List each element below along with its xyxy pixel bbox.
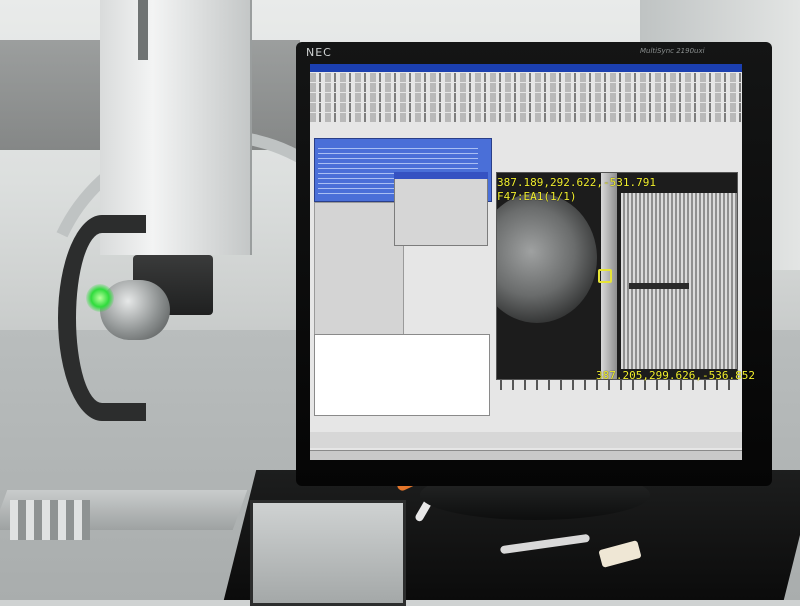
monitor-screen (310, 64, 742, 460)
camera-lens-blur (497, 193, 597, 323)
toolbar-row[interactable] (310, 73, 742, 82)
results-list[interactable] (314, 334, 490, 416)
measure-dialog[interactable] (394, 172, 488, 246)
coords-top: 387.189,292.622,-531.791 (497, 176, 656, 189)
monitor-model: MultiSync 2190uxi (640, 47, 705, 55)
coords-bottom: 387.205,299.626,-536.852 (596, 369, 755, 382)
column-slot (138, 0, 148, 60)
window-tabs[interactable] (310, 432, 742, 448)
camera-comb-pattern (621, 193, 737, 369)
fixture-pins (10, 500, 90, 540)
toolbar-row[interactable] (310, 93, 742, 102)
camera-slot (629, 283, 689, 289)
window-titlebar (310, 64, 742, 72)
target-box-icon (598, 269, 612, 283)
feature-label: F47:EA1(1/1) (497, 190, 577, 203)
toolbar-row[interactable] (310, 103, 742, 112)
monitor-brand: NEC (306, 46, 332, 59)
computer-case (250, 500, 406, 606)
camera-view[interactable] (496, 172, 738, 380)
toolbar-row[interactable] (310, 113, 742, 122)
dialog-titlebar (394, 172, 488, 179)
probe-led-icon (86, 284, 114, 312)
toolbar-row[interactable] (310, 83, 742, 92)
status-bar (310, 450, 742, 460)
